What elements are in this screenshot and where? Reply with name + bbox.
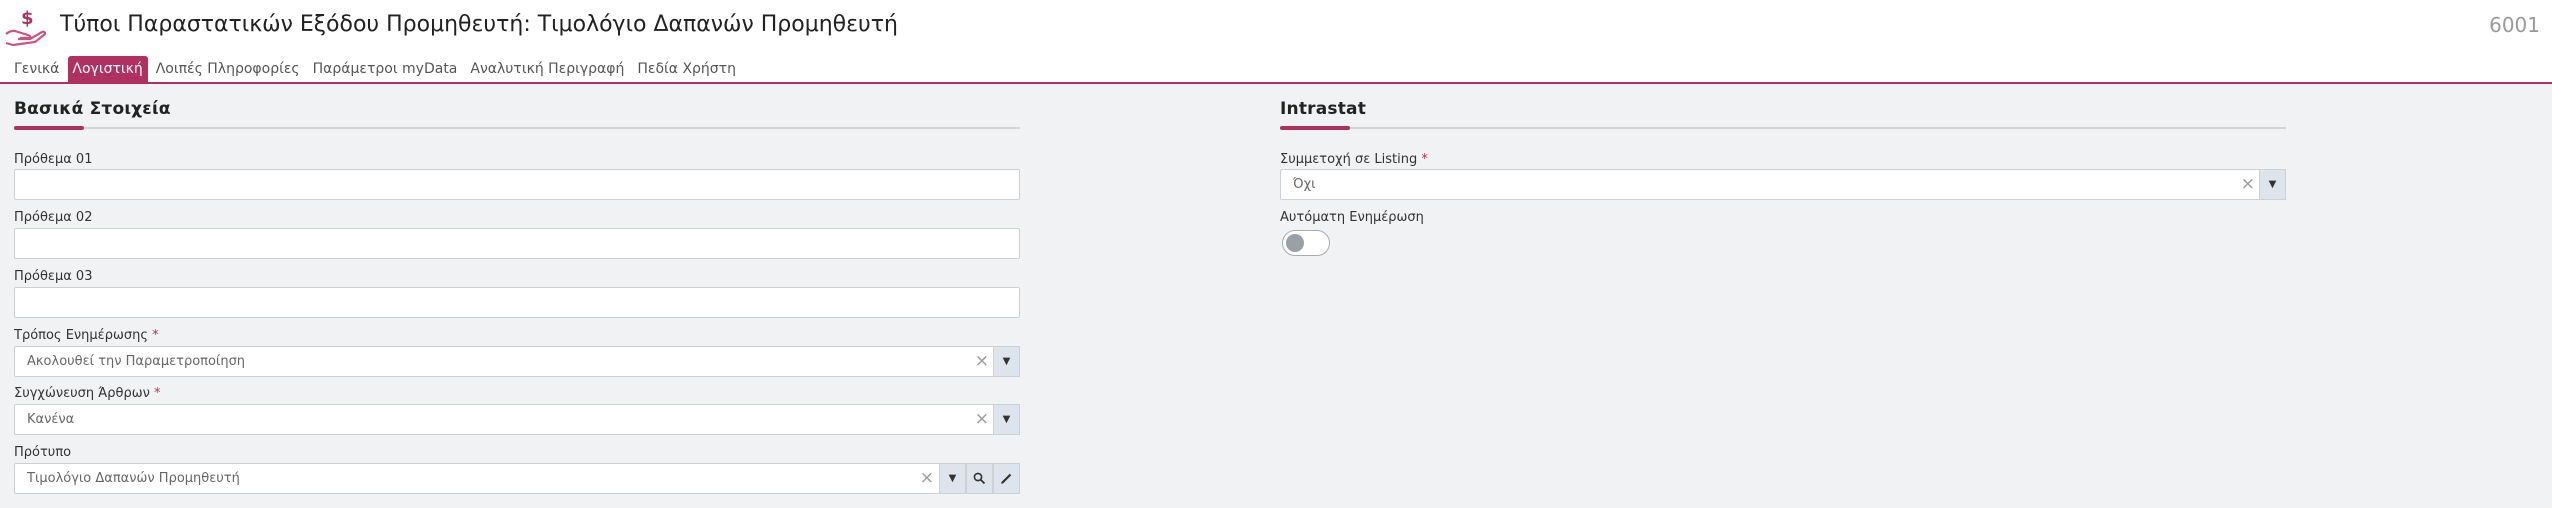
record-number: 6001 (2489, 13, 2540, 37)
auto-update-label: Αυτόματη Ενημέρωση (1280, 210, 1424, 225)
toggle-knob (1286, 234, 1304, 252)
prefix2-label: Πρόθεμα 02 (14, 210, 93, 225)
section-divider (1280, 126, 2286, 130)
tab-mydata-params[interactable]: Παράμετροι myData (309, 56, 463, 82)
prefix2-input[interactable] (14, 228, 1020, 259)
template-label: Πρότυπο (14, 445, 72, 460)
dropdown-button[interactable]: ▼ (993, 404, 1020, 435)
svg-text:$: $ (21, 8, 34, 29)
template-value: Τιμολόγιο Δαπανών Προμηθευτή (27, 471, 240, 486)
update-mode-label: Τρόπος Ενημέρωσης * (14, 328, 159, 343)
dropdown-button[interactable]: ▼ (939, 463, 966, 494)
hand-money-icon: $ (5, 8, 47, 47)
tab-user-fields[interactable]: Πεδία Χρήστη (633, 56, 741, 82)
caret-down-icon: ▼ (948, 473, 957, 484)
section-divider (14, 126, 1020, 130)
tab-accounting[interactable]: Λογιστική (68, 56, 148, 82)
merge-items-label: Συγχώνευση Άρθρων * (14, 386, 161, 401)
edit-button[interactable] (993, 463, 1020, 494)
auto-update-toggle[interactable] (1282, 230, 1330, 256)
tab-general[interactable]: Γενικά (10, 56, 64, 82)
prefix1-label: Πρόθεμα 01 (14, 152, 93, 167)
tab-bar: Γενικά Λογιστική Λοιπές Πληροφορίες Παρά… (0, 56, 2552, 84)
required-marker: * (154, 386, 161, 401)
dropdown-button[interactable]: ▼ (993, 346, 1020, 377)
page-header: $ Τύποι Παραστατικών Εξόδου Προμηθευτή: … (0, 0, 2552, 56)
caret-down-icon: ▼ (2268, 179, 2277, 190)
form-content: Βασικά Στοιχεία Πρόθεμα 01 Πρόθεμα 02 Πρ… (0, 84, 2552, 508)
intrastat-section: Intrastat (1280, 99, 2286, 130)
required-marker: * (152, 328, 159, 343)
listing-value: Όχι (1293, 177, 1316, 192)
update-mode-label-text: Τρόπος Ενημέρωσης (14, 328, 148, 343)
clear-icon[interactable]: × (975, 351, 989, 371)
page-title: Τύποι Παραστατικών Εξόδου Προμηθευτή: Τι… (60, 12, 898, 37)
prefix3-input[interactable] (14, 287, 1020, 318)
prefix3-label: Πρόθεμα 03 (14, 269, 93, 284)
listing-label: Συμμετοχή σε Listing * (1280, 152, 1428, 167)
clear-icon[interactable]: × (2241, 174, 2255, 194)
update-mode-value: Ακολουθεί την Παραμετροποίηση (27, 354, 246, 369)
caret-down-icon: ▼ (1002, 356, 1011, 367)
required-marker: * (1421, 152, 1428, 167)
clear-icon[interactable]: × (920, 468, 934, 488)
section-title-intrastat: Intrastat (1280, 99, 1367, 119)
pencil-icon (1001, 473, 1012, 484)
tab-other-info[interactable]: Λοιπές Πληροφορίες (152, 56, 305, 82)
search-button[interactable] (966, 463, 993, 494)
section-title-basic: Βασικά Στοιχεία (14, 99, 171, 119)
prefix1-input[interactable] (14, 169, 1020, 200)
clear-icon[interactable]: × (975, 409, 989, 429)
basic-section: Βασικά Στοιχεία (14, 99, 1020, 130)
merge-items-value: Κανένα (27, 412, 75, 427)
update-mode-select[interactable]: Ακολουθεί την Παραμετροποίηση × ▼ (14, 346, 1020, 377)
template-select[interactable]: Τιμολόγιο Δαπανών Προμηθευτή × ▼ (14, 463, 1020, 494)
listing-select[interactable]: Όχι × ▼ (1280, 169, 2286, 200)
dropdown-button[interactable]: ▼ (2259, 169, 2286, 200)
merge-items-label-text: Συγχώνευση Άρθρων (14, 386, 150, 401)
search-icon (973, 472, 986, 485)
tab-detailed-description[interactable]: Αναλυτική Περιγραφή (466, 56, 629, 82)
caret-down-icon: ▼ (1002, 414, 1011, 425)
merge-items-select[interactable]: Κανένα × ▼ (14, 404, 1020, 435)
listing-label-text: Συμμετοχή σε Listing (1280, 152, 1418, 167)
